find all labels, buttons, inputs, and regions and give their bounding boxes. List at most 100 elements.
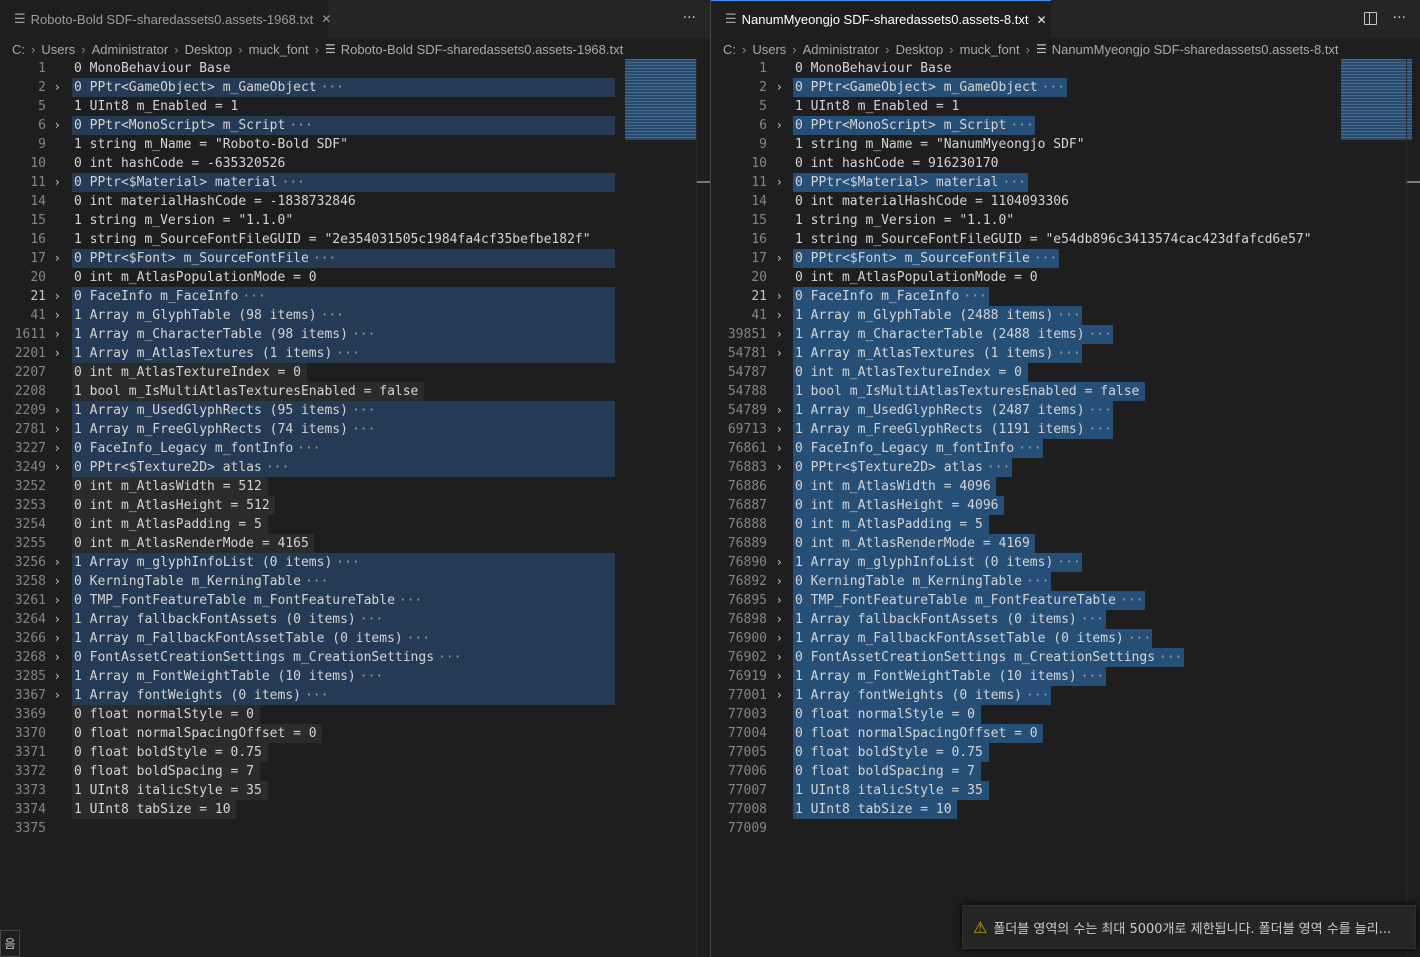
fold-chevron-right-icon[interactable]: › bbox=[55, 306, 60, 325]
folded-ellipsis[interactable]: ··· bbox=[1003, 175, 1026, 190]
folded-ellipsis[interactable]: ··· bbox=[1026, 688, 1049, 703]
code-line[interactable]: 41 › 1 Array m_GlyphTable (98 items) ··· bbox=[0, 306, 710, 325]
breadcrumb-item[interactable]: Administrator bbox=[803, 42, 880, 57]
code-line[interactable]: 3375 bbox=[0, 819, 710, 838]
code-line[interactable]: 6 › 0 PPtr<MonoScript> m_Script ··· bbox=[0, 116, 710, 135]
code-line[interactable]: 15 1 string m_Version = "1.1.0" bbox=[711, 211, 1420, 230]
fold-chevron-right-icon[interactable]: › bbox=[55, 420, 60, 439]
code-line[interactable]: 11 › 0 PPtr<$Material> material ··· bbox=[711, 173, 1420, 192]
fold-chevron-right-icon[interactable]: › bbox=[55, 458, 60, 477]
fold-chevron-right-icon[interactable]: › bbox=[55, 287, 60, 306]
code-line[interactable]: 77006 0 float boldSpacing = 7 bbox=[711, 762, 1420, 781]
fold-chevron-right-icon[interactable]: › bbox=[777, 648, 782, 667]
fold-chevron-right-icon[interactable]: › bbox=[777, 344, 782, 363]
code-line[interactable]: 2 › 0 PPtr<GameObject> m_GameObject ··· bbox=[0, 78, 710, 97]
folded-ellipsis[interactable]: ··· bbox=[321, 80, 344, 95]
fold-chevron-right-icon[interactable]: › bbox=[55, 572, 60, 591]
folded-ellipsis[interactable]: ··· bbox=[407, 631, 430, 646]
code-line[interactable]: 16 1 string m_SourceFontFileGUID = "2e354… bbox=[0, 230, 710, 249]
vertical-scrollbar[interactable] bbox=[696, 59, 710, 957]
fold-chevron-right-icon[interactable]: › bbox=[777, 249, 782, 268]
code-editor[interactable]: 1 0 MonoBehaviour Base 2 › 0 PPtr<GameObject… bbox=[0, 59, 710, 957]
breadcrumb-item[interactable]: Desktop bbox=[896, 42, 944, 57]
code-line[interactable]: 3373 1 UInt8 italicStyle = 35 bbox=[0, 781, 710, 800]
code-line[interactable]: 3374 1 UInt8 tabSize = 10 bbox=[0, 800, 710, 819]
code-line[interactable]: 3372 0 float boldSpacing = 7 bbox=[0, 762, 710, 781]
code-line[interactable]: 76919 › 1 Array m_FontWeightTable (10 item… bbox=[711, 667, 1420, 686]
fold-chevron-right-icon[interactable]: › bbox=[55, 344, 60, 363]
folded-ellipsis[interactable]: ··· bbox=[1089, 327, 1112, 342]
fold-chevron-right-icon[interactable]: › bbox=[55, 401, 60, 420]
breadcrumb-item[interactable]: Desktop bbox=[185, 42, 233, 57]
code-line[interactable]: 3249 › 0 PPtr<$Texture2D> atlas ··· bbox=[0, 458, 710, 477]
more-actions-icon[interactable]: ··· bbox=[683, 10, 696, 26]
fold-chevron-right-icon[interactable]: › bbox=[55, 629, 60, 648]
code-line[interactable]: 1 0 MonoBehaviour Base bbox=[711, 59, 1420, 78]
code-editor[interactable]: 1 0 MonoBehaviour Base 2 › 0 PPtr<GameObject… bbox=[711, 59, 1420, 957]
code-line[interactable]: 20 0 int m_AtlasPopulationMode = 0 bbox=[711, 268, 1420, 287]
folded-ellipsis[interactable]: ··· bbox=[242, 289, 265, 304]
code-line[interactable]: 77004 0 float normalSpacingOffset = 0 bbox=[711, 724, 1420, 743]
folded-ellipsis[interactable]: ··· bbox=[1010, 118, 1033, 133]
code-line[interactable]: 77005 0 float boldStyle = 0.75 bbox=[711, 743, 1420, 762]
code-line[interactable]: 77008 1 UInt8 tabSize = 10 bbox=[711, 800, 1420, 819]
folded-ellipsis[interactable]: ··· bbox=[1081, 669, 1104, 684]
code-line[interactable]: 9 1 string m_Name = "Roboto-Bold SDF" bbox=[0, 135, 710, 154]
code-line[interactable]: 17 › 0 PPtr<$Font> m_SourceFontFile ··· bbox=[711, 249, 1420, 268]
breadcrumb-item[interactable]: muck_font bbox=[249, 42, 309, 57]
code-line[interactable]: 3256 › 1 Array m_glyphInfoList (0 items) ··… bbox=[0, 553, 710, 572]
code-line[interactable]: 3266 › 1 Array m_FallbackFontAssetTable (0… bbox=[0, 629, 710, 648]
breadcrumb-item[interactable]: Users bbox=[41, 42, 75, 57]
folded-ellipsis[interactable]: ··· bbox=[963, 289, 986, 304]
folded-ellipsis[interactable]: ··· bbox=[1026, 574, 1049, 589]
fold-chevron-right-icon[interactable]: › bbox=[777, 591, 782, 610]
code-line[interactable]: 3255 0 int m_AtlasRenderMode = 4165 bbox=[0, 534, 710, 553]
code-line[interactable]: 3253 0 int m_AtlasHeight = 512 bbox=[0, 496, 710, 515]
fold-chevron-right-icon[interactable]: › bbox=[777, 401, 782, 420]
code-line[interactable]: 2201 › 1 Array m_AtlasTextures (1 items) ··… bbox=[0, 344, 710, 363]
code-line[interactable]: 17 › 0 PPtr<$Font> m_SourceFontFile ··· bbox=[0, 249, 710, 268]
fold-chevron-right-icon[interactable]: › bbox=[777, 287, 782, 306]
code-line[interactable]: 1 0 MonoBehaviour Base bbox=[0, 59, 710, 78]
folded-ellipsis[interactable]: ··· bbox=[360, 669, 383, 684]
code-line[interactable]: 3261 › 0 TMP_FontFeatureTable m_FontFeatur… bbox=[0, 591, 710, 610]
fold-chevron-right-icon[interactable]: › bbox=[777, 78, 782, 97]
code-line[interactable]: 10 0 int hashCode = -635320526 bbox=[0, 154, 710, 173]
fold-chevron-right-icon[interactable]: › bbox=[55, 648, 60, 667]
folded-ellipsis[interactable]: ··· bbox=[1042, 80, 1065, 95]
folding-limit-notification[interactable]: ⚠ 폴더블 영역의 수는 최대 5000개로 제한됩니다. 폴더블 영역 수를 … bbox=[962, 905, 1416, 949]
code-line[interactable]: 76887 0 int m_AtlasHeight = 4096 bbox=[711, 496, 1420, 515]
folded-ellipsis[interactable]: ··· bbox=[305, 574, 328, 589]
folded-ellipsis[interactable]: ··· bbox=[305, 688, 328, 703]
status-bar-item[interactable]: 음 bbox=[0, 930, 20, 957]
folded-ellipsis[interactable]: ··· bbox=[438, 650, 461, 665]
code-line[interactable]: 77007 1 UInt8 italicStyle = 35 bbox=[711, 781, 1420, 800]
fold-chevron-right-icon[interactable]: › bbox=[55, 439, 60, 458]
code-line[interactable]: 3264 › 1 Array fallbackFontAssets (0 items… bbox=[0, 610, 710, 629]
code-line[interactable]: 3285 › 1 Array m_FontWeightTable (10 items… bbox=[0, 667, 710, 686]
breadcrumb-item[interactable]: muck_font bbox=[960, 42, 1020, 57]
code-line[interactable]: 54781 › 1 Array m_AtlasTextures (1 items) ·… bbox=[711, 344, 1420, 363]
code-line[interactable]: 2208 1 bool m_IsMultiAtlasTexturesEnabled… bbox=[0, 382, 710, 401]
code-line[interactable]: 21 › 0 FaceInfo m_FaceInfo ··· bbox=[711, 287, 1420, 306]
fold-chevron-right-icon[interactable]: › bbox=[55, 325, 60, 344]
folded-ellipsis[interactable]: ··· bbox=[1034, 251, 1057, 266]
folded-ellipsis[interactable]: ··· bbox=[360, 612, 383, 627]
folded-ellipsis[interactable]: ··· bbox=[282, 175, 305, 190]
minimap[interactable] bbox=[625, 59, 696, 140]
folded-ellipsis[interactable]: ··· bbox=[352, 403, 375, 418]
split-editor-icon[interactable] bbox=[1363, 12, 1377, 25]
code-line[interactable]: 3254 0 int m_AtlasPadding = 5 bbox=[0, 515, 710, 534]
code-line[interactable]: 76861 › 0 FaceInfo_Legacy m_fontInfo ··· bbox=[711, 439, 1420, 458]
folded-ellipsis[interactable]: ··· bbox=[289, 118, 312, 133]
folded-ellipsis[interactable]: ··· bbox=[1159, 650, 1182, 665]
fold-chevron-right-icon[interactable]: › bbox=[777, 686, 782, 705]
fold-chevron-right-icon[interactable]: › bbox=[777, 306, 782, 325]
tab-roboto-file[interactable]: ☰ Roboto-Bold SDF-sharedassets0.assets-1… bbox=[0, 0, 331, 38]
code-line[interactable]: 76890 › 1 Array m_glyphInfoList (0 items) ·… bbox=[711, 553, 1420, 572]
breadcrumb-item[interactable]: Users bbox=[752, 42, 786, 57]
close-icon[interactable]: ✕ bbox=[321, 12, 331, 26]
fold-chevron-right-icon[interactable]: › bbox=[777, 629, 782, 648]
folded-ellipsis[interactable]: ··· bbox=[336, 555, 359, 570]
code-line[interactable]: 5 1 UInt8 m_Enabled = 1 bbox=[0, 97, 710, 116]
